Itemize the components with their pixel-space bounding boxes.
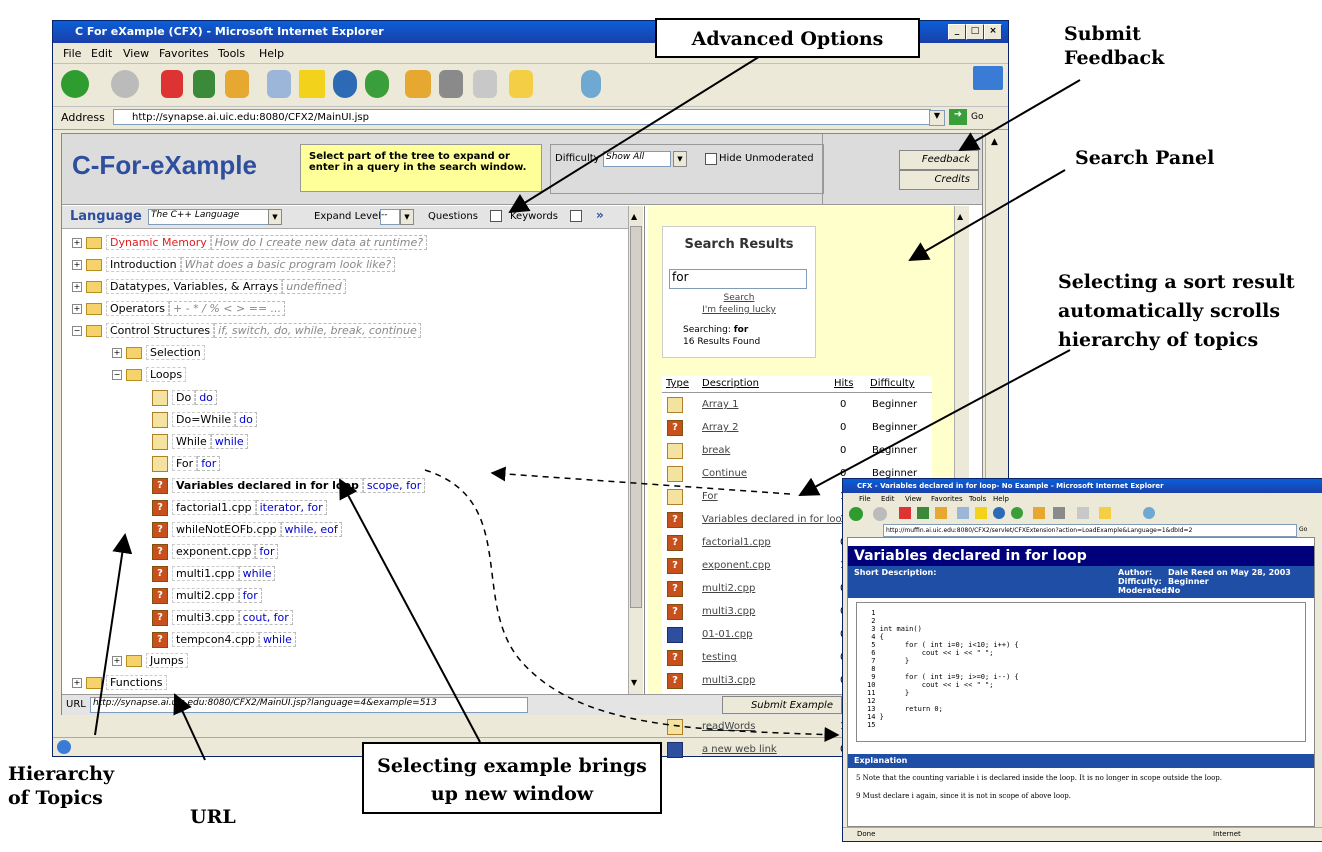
dashed-arrow-popup	[424, 469, 840, 743]
arrow-search	[908, 169, 1066, 262]
arrow-feedback	[958, 79, 1081, 152]
callout-sort-result: Selecting a sort result automatically sc…	[1058, 271, 1295, 351]
callout-url: URL	[190, 806, 236, 828]
callout-new-window: Selecting example brings up new window	[362, 742, 662, 814]
callout-advanced-options: Advanced Options	[655, 18, 920, 58]
arrow-example	[339, 478, 481, 743]
dashed-arrow-scroll	[490, 466, 791, 495]
callout-arrows	[94, 49, 1081, 761]
arrow-url	[173, 693, 206, 761]
arrow-advanced	[508, 49, 771, 214]
arrow-sort	[798, 349, 1071, 496]
callout-hierarchy: Hierarchy of Topics	[8, 763, 115, 809]
callout-submit-feedback: Submit Feedback	[1064, 23, 1165, 69]
arrow-hierarchy	[94, 533, 133, 736]
callout-search-panel: Search Panel	[1075, 147, 1215, 169]
